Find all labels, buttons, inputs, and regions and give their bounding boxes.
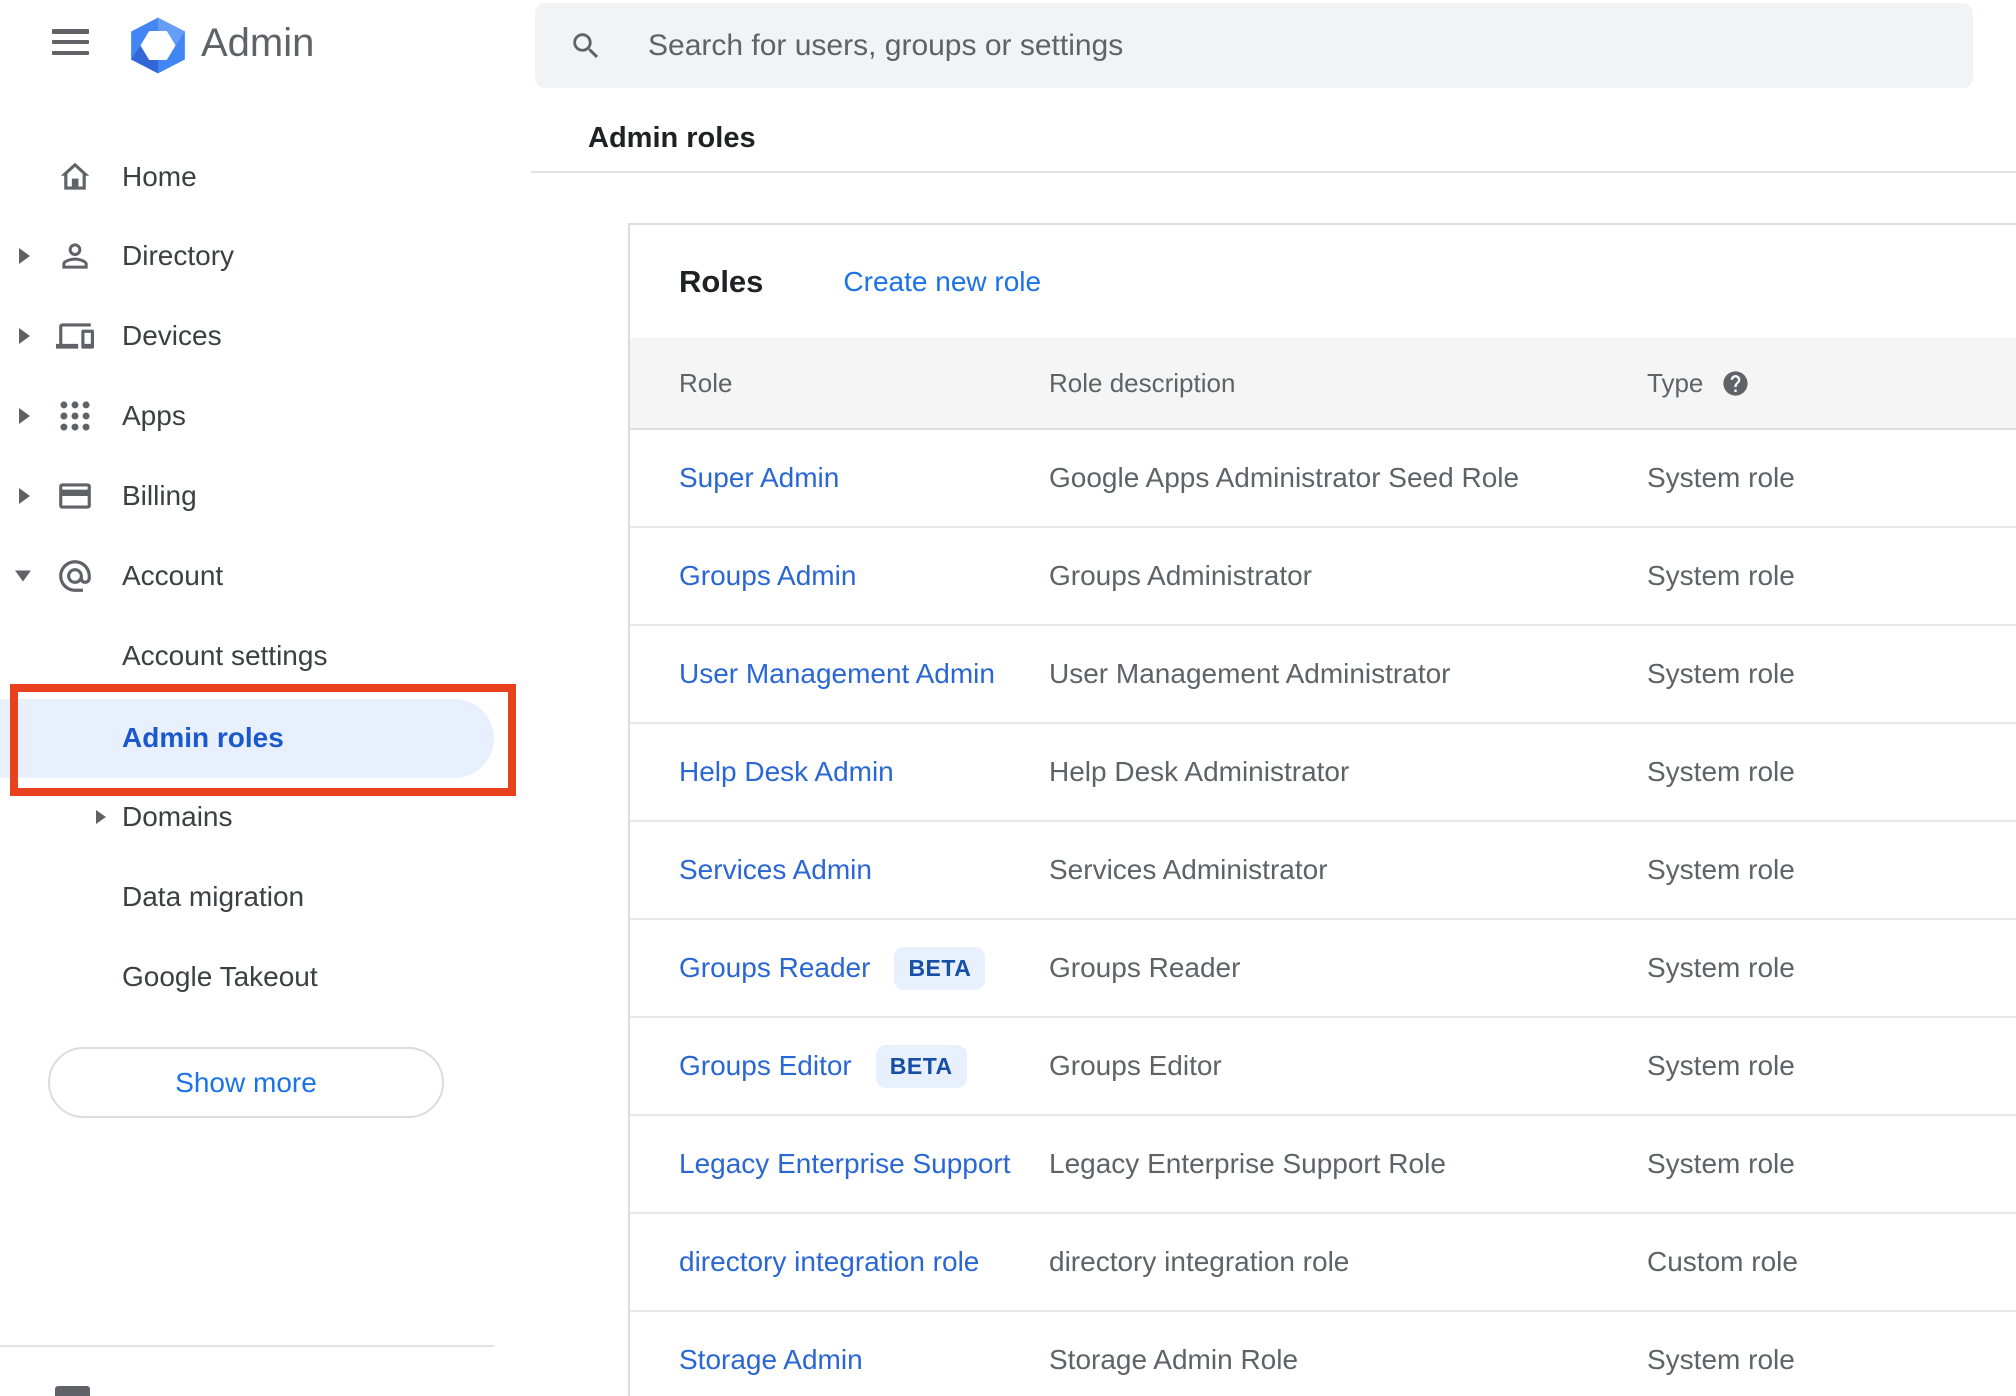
sidebar-item-account[interactable]: Account — [0, 536, 531, 616]
role-description: directory integration role — [1049, 1246, 1350, 1277]
chevron-right-icon — [19, 248, 30, 264]
sidebar: Admin Home Directory Devices Apps Billin… — [0, 0, 531, 1396]
column-header-role: Role — [679, 367, 733, 398]
roles-card-header: Roles Create new role — [630, 225, 2016, 338]
role-type: System role — [1647, 1148, 1795, 1179]
credit-card-icon — [59, 483, 91, 509]
at-email-icon — [59, 560, 91, 592]
role-link[interactable]: Help Desk Admin — [679, 756, 894, 788]
table-row: Super Admin Google Apps Administrator Se… — [630, 430, 2016, 528]
create-new-role-link[interactable]: Create new role — [843, 266, 1041, 298]
sidebar-item-label: Directory — [122, 240, 235, 271]
column-header-type: Type — [1647, 368, 2016, 399]
person-icon — [62, 243, 88, 269]
sidebar-item-home[interactable]: Home — [0, 137, 531, 217]
sidebar-item-label: Home — [122, 161, 197, 192]
table-row: directory integration role directory int… — [630, 1214, 2016, 1312]
role-link[interactable]: User Management Admin — [679, 658, 995, 690]
role-type: System role — [1647, 952, 1795, 983]
roles-card: Roles Create new role Role Role descript… — [628, 223, 2016, 1396]
table-header-row: Role Role description Type — [630, 338, 2016, 430]
table-row: Groups Admin Groups Administrator System… — [630, 528, 2016, 626]
sidebar-item-label: Apps — [122, 400, 186, 431]
sidebar-item-admin-roles[interactable]: Admin roles — [0, 698, 531, 778]
chevron-down-icon — [15, 570, 31, 582]
table-row: Services Admin Services Administrator Sy… — [630, 822, 2016, 920]
role-link[interactable]: Legacy Enterprise Support — [679, 1148, 1011, 1180]
table-row: Help Desk Admin Help Desk Administrator … — [630, 724, 2016, 822]
table-row: User Management Admin User Management Ad… — [630, 626, 2016, 724]
role-type: System role — [1647, 658, 1795, 689]
devices-icon — [56, 323, 94, 349]
help-icon[interactable] — [1721, 369, 1750, 398]
role-description: Groups Administrator — [1049, 560, 1312, 591]
chevron-right-icon — [19, 408, 30, 424]
hamburger-menu-icon[interactable] — [52, 29, 89, 55]
sidebar-item-label: Data migration — [122, 881, 305, 912]
table-row: Groups Editor BETA Groups Editor System r… — [630, 1018, 2016, 1116]
role-type: Custom role — [1647, 1246, 1798, 1277]
column-header-role-description: Role description — [1049, 367, 1236, 398]
role-description: Services Administrator — [1049, 854, 1328, 885]
sidebar-item-domains[interactable]: Domains — [0, 777, 531, 857]
table-row: Groups Reader BETA Groups Reader System r… — [630, 920, 2016, 1018]
sidebar-item-label: Domains — [122, 801, 233, 832]
role-description: User Management Administrator — [1049, 658, 1451, 689]
role-type: System role — [1647, 1344, 1795, 1375]
sidebar-item-apps[interactable]: Apps — [0, 376, 531, 456]
sidebar-item-billing[interactable]: Billing — [0, 456, 531, 536]
admin-hexagon-logo — [131, 17, 185, 74]
home-icon — [60, 162, 90, 190]
role-description: Storage Admin Role — [1049, 1344, 1299, 1375]
sidebar-item-label: Account — [122, 560, 224, 591]
apps-grid-icon — [60, 401, 90, 431]
sidebar-item-account-settings[interactable]: Account settings — [0, 616, 531, 696]
role-type: System role — [1647, 462, 1795, 493]
clipped-icon — [55, 1386, 90, 1396]
role-description: Help Desk Administrator — [1049, 756, 1350, 787]
chevron-right-icon — [19, 488, 30, 504]
role-link[interactable]: Services Admin — [679, 854, 872, 886]
role-link[interactable]: directory integration role — [679, 1246, 979, 1278]
app-title: Admin — [201, 21, 315, 65]
table-row: Storage Admin Storage Admin Role System … — [630, 1312, 2016, 1396]
sidebar-item-devices[interactable]: Devices — [0, 296, 531, 376]
role-link[interactable]: Super Admin — [679, 462, 839, 494]
role-description: Groups Editor — [1049, 1050, 1222, 1081]
breadcrumb: Admin roles — [588, 122, 756, 154]
search-input[interactable] — [648, 28, 1973, 63]
sidebar-item-label: Admin roles — [122, 722, 284, 753]
role-type: System role — [1647, 854, 1795, 885]
header-divider — [531, 171, 2016, 173]
chevron-right-icon — [19, 328, 30, 344]
search-bar[interactable] — [535, 3, 1973, 88]
role-link[interactable]: Storage Admin — [679, 1344, 863, 1376]
sidebar-item-label: Devices — [122, 320, 222, 351]
admin-console-page: Admin Home Directory Devices Apps Billin… — [0, 0, 2016, 1396]
role-description: Legacy Enterprise Support Role — [1049, 1148, 1446, 1179]
sidebar-bottom-divider — [0, 1345, 494, 1347]
beta-badge: BETA — [875, 1044, 967, 1088]
beta-badge: BETA — [894, 946, 986, 990]
role-type: System role — [1647, 560, 1795, 591]
card-title: Roles — [679, 263, 764, 299]
role-description: Groups Reader — [1049, 952, 1241, 983]
sidebar-item-directory[interactable]: Directory — [0, 216, 531, 296]
show-more-button[interactable]: Show more — [48, 1047, 444, 1118]
sidebar-item-label: Google Takeout — [122, 961, 318, 992]
sidebar-item-label: Account settings — [122, 640, 328, 671]
sidebar-item-data-migration[interactable]: Data migration — [0, 857, 531, 937]
sidebar-item-label: Billing — [122, 480, 197, 511]
table-row: Legacy Enterprise Support Legacy Enterpr… — [630, 1116, 2016, 1214]
chevron-right-icon — [96, 810, 106, 824]
role-link[interactable]: Groups Admin — [679, 560, 856, 592]
role-type: System role — [1647, 1050, 1795, 1081]
role-type: System role — [1647, 756, 1795, 787]
role-link[interactable]: Groups Reader — [679, 952, 870, 984]
sidebar-item-google-takeout[interactable]: Google Takeout — [0, 937, 531, 1017]
role-description: Google Apps Administrator Seed Role — [1049, 462, 1520, 493]
search-icon — [573, 32, 599, 58]
role-link[interactable]: Groups Editor — [679, 1050, 852, 1082]
